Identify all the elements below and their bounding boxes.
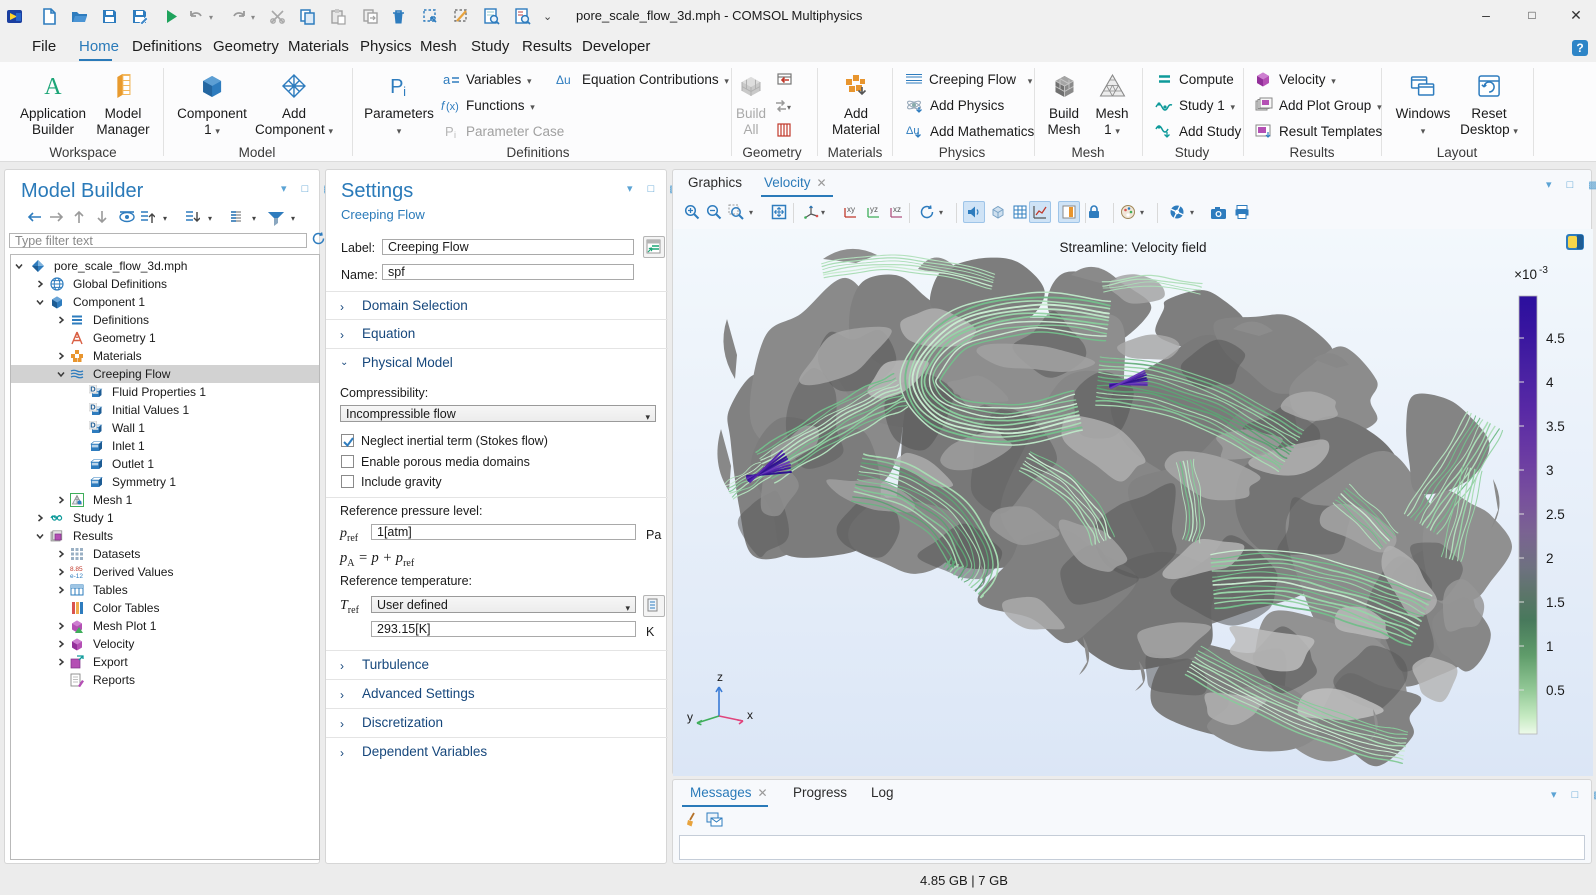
svg-text:y: y (687, 710, 693, 724)
svg-text:i: i (454, 130, 456, 139)
svg-text:1.5: 1.5 (1546, 595, 1565, 610)
svg-text:xy: xy (847, 205, 855, 214)
svg-text:▾: ▾ (787, 103, 791, 112)
svg-text:P: P (445, 124, 454, 139)
svg-text:8.85: 8.85 (70, 566, 83, 573)
svg-text:A: A (44, 74, 62, 99)
svg-text:e-12: e-12 (70, 573, 83, 579)
svg-text:x: x (747, 708, 753, 722)
svg-text:D: D (90, 403, 96, 412)
svg-text:Streamline: Velocity field: Streamline: Velocity field (1059, 240, 1206, 255)
svg-text:2.5: 2.5 (1546, 507, 1565, 522)
svg-text:i: i (403, 84, 406, 99)
svg-text:2: 2 (1546, 551, 1554, 566)
svg-text:1: 1 (1546, 639, 1554, 654)
svg-text:D: D (90, 421, 96, 430)
svg-text:3: 3 (1546, 463, 1554, 478)
svg-text:-3: -3 (1539, 265, 1548, 276)
svg-text:3.5: 3.5 (1546, 419, 1565, 434)
svg-text:P: P (390, 76, 403, 98)
svg-text:4.5: 4.5 (1546, 331, 1565, 346)
svg-text:yz: yz (870, 205, 878, 214)
svg-text:(x): (x) (446, 101, 459, 113)
svg-text:0.5: 0.5 (1546, 683, 1565, 698)
svg-text:z: z (717, 670, 723, 684)
svg-text:Δu: Δu (556, 73, 571, 87)
svg-text:D: D (90, 385, 96, 394)
svg-text:4: 4 (1546, 375, 1554, 390)
svg-text:a: a (443, 72, 451, 87)
svg-text:xz: xz (893, 205, 901, 214)
svg-text:×10: ×10 (1514, 267, 1537, 282)
